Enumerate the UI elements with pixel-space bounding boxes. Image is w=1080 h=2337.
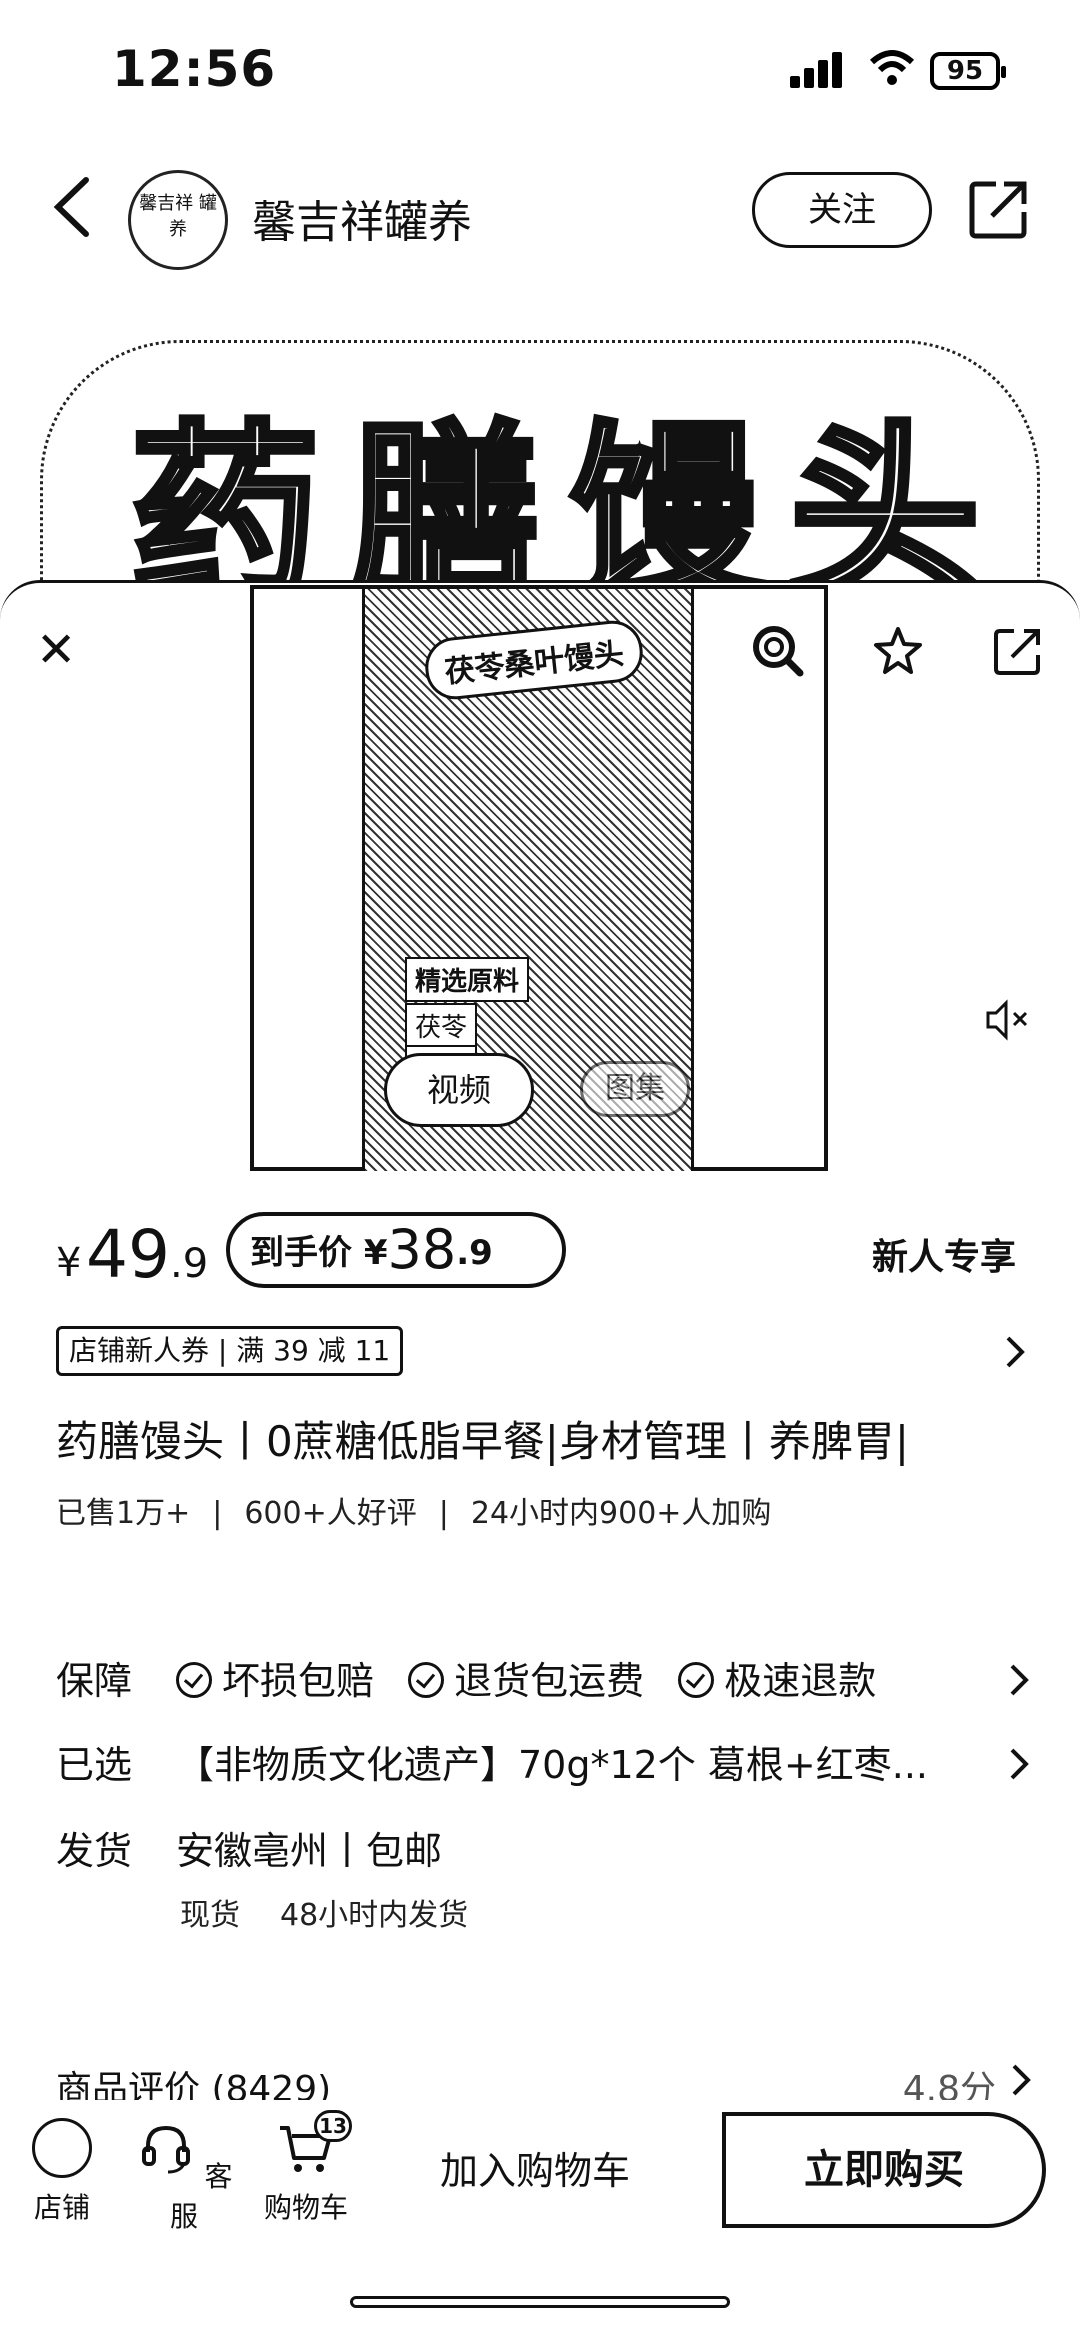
- guarantee-text: 坏损包赔: [222, 1659, 375, 1703]
- selected-label: 已选: [56, 1743, 133, 1787]
- selected-spec-row[interactable]: 已选 【非物质文化遗产】70g*12个 葛根+红枣...: [56, 1734, 1046, 1794]
- headset-icon: [141, 2125, 190, 2174]
- shop-logo[interactable]: 馨吉祥 罐养: [128, 170, 228, 270]
- guarantee-row[interactable]: 保障 坏损包赔 退货包运费 极速退款: [56, 1650, 1046, 1710]
- chevron-right-icon[interactable]: [1000, 1334, 1030, 1370]
- reviews-header[interactable]: 商品评价 (8429) 4.8分: [56, 2060, 1036, 2100]
- guarantee-item: 极速退款: [678, 1650, 876, 1705]
- deal-currency: ¥: [363, 1233, 388, 1273]
- tab-gallery[interactable]: 图集: [580, 1061, 690, 1117]
- wifi-icon: [869, 50, 915, 85]
- check-circle-icon: [176, 1662, 212, 1698]
- ship-time: 48小时内发货: [280, 1898, 469, 1933]
- price-integer: 49: [86, 1216, 170, 1293]
- reviews-score: 4.8分: [902, 2069, 996, 2100]
- guarantee-list: 坏损包赔 退货包运费 极速退款: [176, 1650, 898, 1705]
- close-icon[interactable]: ✕: [36, 625, 86, 675]
- price-row: ¥ 49.9 到手价 ¥38.9 新人专享: [0, 1210, 1080, 1300]
- deal-price-badge: 到手价 ¥38.9: [226, 1212, 566, 1288]
- shipping-label: 发货: [56, 1829, 133, 1873]
- cart-icon-wrap: 13: [276, 2110, 352, 2178]
- stat-reviews: 600+人好评: [244, 1496, 417, 1531]
- shop-logo-icon: [32, 2118, 92, 2178]
- shipping-sub: 现货 48小时内发货: [180, 1890, 508, 1934]
- battery-icon: 95: [930, 52, 1006, 90]
- shop-coupon[interactable]: 店铺新人券 | 满 39 减 11: [56, 1326, 404, 1376]
- shop-tab-label: 店铺: [33, 2191, 90, 2224]
- status-time: 12:56: [112, 40, 277, 98]
- chevron-right-icon[interactable]: [1004, 1746, 1034, 1782]
- guarantee-text: 退货包运费: [454, 1659, 645, 1703]
- guarantee-label: 保障: [56, 1659, 133, 1703]
- shipping-row: 发货 安徽亳州丨包邮: [56, 1820, 1046, 1880]
- video-title-overlay: 茯苓桑叶馒头: [422, 617, 646, 703]
- share-icon-media[interactable]: [990, 623, 1046, 679]
- home-indicator[interactable]: [350, 2296, 730, 2308]
- video-frame[interactable]: 茯苓桑叶馒头 精选原料 茯苓 桑叶: [250, 585, 828, 1171]
- cart-tab[interactable]: 13 购物车: [256, 2110, 356, 2226]
- price-value: 49.9: [86, 1216, 208, 1293]
- selected-value: 【非物质文化遗产】70g*12个 葛根+红枣...: [176, 1743, 928, 1787]
- chevron-right-icon[interactable]: [1006, 2062, 1036, 2098]
- price-currency: ¥: [56, 1240, 82, 1286]
- product-title: 药膳馒头丨0蔗糖低脂早餐|身材管理丨养脾胃|: [56, 1417, 910, 1466]
- check-circle-icon: [678, 1662, 715, 1698]
- guarantee-text: 极速退款: [724, 1659, 877, 1703]
- star-icon[interactable]: [870, 623, 926, 679]
- search-icon[interactable]: [750, 623, 806, 679]
- shop-name[interactable]: 馨吉祥罐养: [252, 186, 472, 250]
- deal-integer: 38: [387, 1218, 457, 1281]
- shipping-value: 安徽亳州丨包邮: [176, 1829, 443, 1873]
- add-to-cart-button[interactable]: 加入购物车: [440, 2140, 630, 2195]
- bottom-action-bar: 店铺 客服 13 购物车 加入购物车 立即购买: [0, 2110, 1080, 2260]
- buy-now-button[interactable]: 立即购买: [722, 2112, 1046, 2228]
- cart-count-badge: 13: [314, 2110, 352, 2142]
- back-icon[interactable]: [44, 172, 104, 242]
- mute-icon[interactable]: [982, 995, 1032, 1045]
- product-stats: 已售1万+ | 600+人好评 | 24小时内900+人加购: [56, 1496, 772, 1531]
- guarantee-item: 坏损包赔: [176, 1650, 374, 1705]
- new-user-exclusive[interactable]: 新人专享: [872, 1228, 1016, 1280]
- guarantee-item: 退货包运费: [408, 1650, 644, 1705]
- deal-label: 到手价: [250, 1233, 352, 1273]
- shop-header: 馨吉祥 罐养 馨吉祥罐养 关注: [0, 150, 1080, 270]
- cellular-signal-icon: [790, 52, 844, 88]
- deal-decimal: .9: [456, 1233, 493, 1273]
- customer-service-tab[interactable]: 客服: [134, 2118, 234, 2235]
- status-bar: 12:56 95: [0, 0, 1080, 140]
- tab-video[interactable]: 视频: [384, 1053, 534, 1127]
- shop-tab[interactable]: 店铺: [12, 2118, 112, 2226]
- share-icon[interactable]: [968, 178, 1030, 240]
- stock-status: 现货: [180, 1898, 240, 1933]
- media-viewer: ✕ 茯苓桑叶馒头 精选原料 茯苓 桑叶 视频 图集: [0, 580, 1080, 1171]
- stat-added-to-cart: 24小时内900+人加购: [470, 1496, 772, 1531]
- reviews-label: 商品评价 (8429): [56, 2069, 332, 2100]
- video-tag: 精选原料: [405, 957, 530, 1002]
- check-circle-icon: [408, 1662, 445, 1698]
- chevron-right-icon[interactable]: [1004, 1662, 1034, 1698]
- follow-button[interactable]: 关注: [752, 172, 932, 248]
- stat-sold: 已售1万+: [56, 1496, 191, 1531]
- price-decimal: .9: [169, 1241, 209, 1287]
- video-check-1: 茯苓: [405, 1003, 478, 1048]
- cart-tab-label: 购物车: [263, 2191, 348, 2224]
- product-banner: 药膳馒头: [40, 300, 1040, 628]
